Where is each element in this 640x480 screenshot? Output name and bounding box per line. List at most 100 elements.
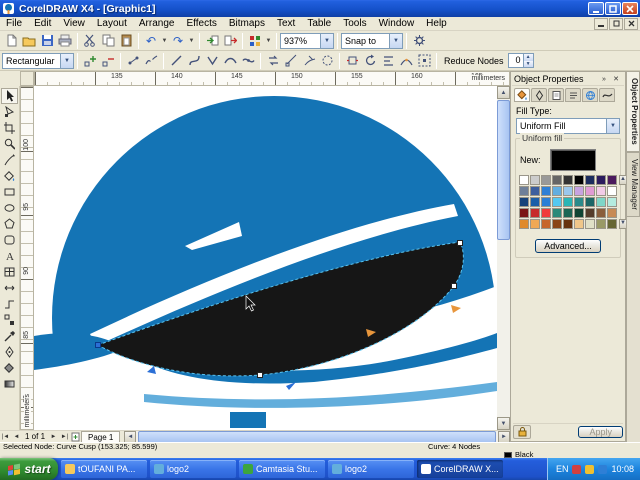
reverse-direction-button[interactable] <box>264 52 282 70</box>
maximize-button[interactable] <box>605 2 621 15</box>
cusp-node-button[interactable] <box>203 52 221 70</box>
horizontal-ruler[interactable]: 135 140 145 150 155 160 165 millimeters <box>34 71 510 86</box>
start-button[interactable]: start <box>0 458 58 480</box>
apply-button[interactable]: Apply <box>578 426 623 438</box>
table-tool[interactable] <box>1 264 18 280</box>
new-color-swatch[interactable] <box>550 149 596 171</box>
palette-swatch[interactable] <box>607 208 617 218</box>
palette-swatch[interactable] <box>552 186 562 196</box>
tray-icon-blue[interactable] <box>598 464 608 474</box>
redo-button[interactable]: ↷ <box>169 32 187 50</box>
last-page-button[interactable]: ►| <box>59 431 70 442</box>
horizontal-scrollbar[interactable]: ◄ ► <box>124 430 510 443</box>
palette-swatch[interactable] <box>585 208 595 218</box>
palette-swatch[interactable] <box>574 197 584 207</box>
doc-restore-button[interactable] <box>609 17 623 30</box>
tab-fill[interactable] <box>514 88 530 102</box>
palette-swatch[interactable] <box>563 208 573 218</box>
first-page-button[interactable]: |◄ <box>0 431 11 442</box>
tray-icon-yellow[interactable] <box>585 464 595 474</box>
cut-button[interactable] <box>81 32 99 50</box>
basic-shapes-tool[interactable] <box>1 232 18 248</box>
text-tool[interactable]: A <box>1 248 18 264</box>
dimension-tool[interactable] <box>1 280 18 296</box>
launcher-dropdown-arrow[interactable]: ▼ <box>264 32 273 50</box>
rotate-nodes-button[interactable] <box>361 52 379 70</box>
marquee-mode-combo[interactable]: Rectangular ▼ <box>2 52 74 69</box>
palette-swatch[interactable] <box>607 197 617 207</box>
align-nodes-button[interactable] <box>379 52 397 70</box>
doc-close-button[interactable] <box>624 17 638 30</box>
docker-close-icon[interactable]: ✕ <box>610 74 622 85</box>
logo-small-rectangle[interactable] <box>230 412 266 428</box>
palette-swatch[interactable] <box>519 186 529 196</box>
curve-node[interactable] <box>457 240 463 246</box>
menu-table[interactable]: Table <box>301 17 337 31</box>
ruler-origin-corner[interactable] <box>20 71 34 86</box>
curve-node-selected[interactable] <box>95 342 101 348</box>
open-button[interactable] <box>20 32 38 50</box>
reduce-nodes-down-arrow[interactable]: ▼ <box>523 60 533 67</box>
tab-curve[interactable] <box>599 88 615 102</box>
palette-swatch[interactable] <box>541 186 551 196</box>
menu-view[interactable]: View <box>57 17 91 31</box>
fill-type-combo[interactable]: Uniform Fill ▼ <box>516 118 620 134</box>
menu-edit[interactable]: Edit <box>28 17 57 31</box>
taskbar-task-4[interactable]: logo2 <box>328 460 414 478</box>
extend-curve-button[interactable] <box>282 52 300 70</box>
zoom-combo-arrow[interactable]: ▼ <box>320 33 333 48</box>
smooth-node-button[interactable] <box>221 52 239 70</box>
menu-layout[interactable]: Layout <box>91 17 133 31</box>
curve-node[interactable] <box>451 283 457 289</box>
marquee-combo-arrow[interactable]: ▼ <box>60 53 73 68</box>
tab-outline[interactable] <box>531 88 547 102</box>
palette-swatch[interactable] <box>596 186 606 196</box>
outline-pen-tool[interactable] <box>1 344 18 360</box>
scroll-down-arrow[interactable]: ▼ <box>497 417 510 430</box>
horizontal-scroll-thumb[interactable] <box>138 430 496 443</box>
tab-general[interactable] <box>548 88 564 102</box>
undo-button[interactable]: ↶ <box>142 32 160 50</box>
connector-tool[interactable] <box>1 296 18 312</box>
export-button[interactable] <box>221 32 239 50</box>
add-page-button[interactable] <box>70 431 81 442</box>
palette-swatch[interactable] <box>574 186 584 196</box>
palette-swatch[interactable] <box>585 197 595 207</box>
scroll-up-arrow[interactable]: ▲ <box>497 86 510 99</box>
palette-swatch[interactable] <box>530 219 540 229</box>
ellipse-tool[interactable] <box>1 200 18 216</box>
palette-swatch[interactable] <box>596 208 606 218</box>
menu-arrange[interactable]: Arrange <box>133 17 181 31</box>
snap-to-combo[interactable]: Snap to ▼ <box>341 32 403 49</box>
palette-swatch[interactable] <box>552 219 562 229</box>
interactive-fill-tool[interactable] <box>1 376 18 392</box>
menu-text[interactable]: Text <box>271 17 301 31</box>
clock[interactable]: 10:08 <box>611 464 634 474</box>
import-button[interactable] <box>203 32 221 50</box>
rectangle-tool[interactable] <box>1 184 18 200</box>
symmetrical-node-button[interactable] <box>239 52 257 70</box>
palette-swatch[interactable] <box>607 175 617 185</box>
reduce-nodes-spinner[interactable]: 0 ▲ ▼ <box>507 53 534 68</box>
tab-detail[interactable] <box>565 88 581 102</box>
palette-swatch[interactable] <box>530 175 540 185</box>
palette-swatch[interactable] <box>574 208 584 218</box>
palette-swatch[interactable] <box>519 219 529 229</box>
auto-close-curve-button[interactable] <box>318 52 336 70</box>
palette-swatch[interactable] <box>552 208 562 218</box>
break-curve-button[interactable] <box>142 52 160 70</box>
select-all-nodes-button[interactable] <box>415 52 433 70</box>
palette-swatch[interactable] <box>585 219 595 229</box>
palette-swatch[interactable] <box>585 186 595 196</box>
palette-swatch[interactable] <box>541 219 551 229</box>
crop-tool[interactable] <box>1 120 18 136</box>
palette-swatch[interactable] <box>563 197 573 207</box>
palette-swatch[interactable] <box>530 197 540 207</box>
fill-tool[interactable] <box>1 360 18 376</box>
menu-window[interactable]: Window <box>373 17 421 31</box>
elastic-mode-button[interactable] <box>397 52 415 70</box>
palette-swatch[interactable] <box>541 197 551 207</box>
tray-icon-red[interactable] <box>572 464 582 474</box>
close-button[interactable] <box>622 2 638 15</box>
copy-button[interactable] <box>99 32 117 50</box>
